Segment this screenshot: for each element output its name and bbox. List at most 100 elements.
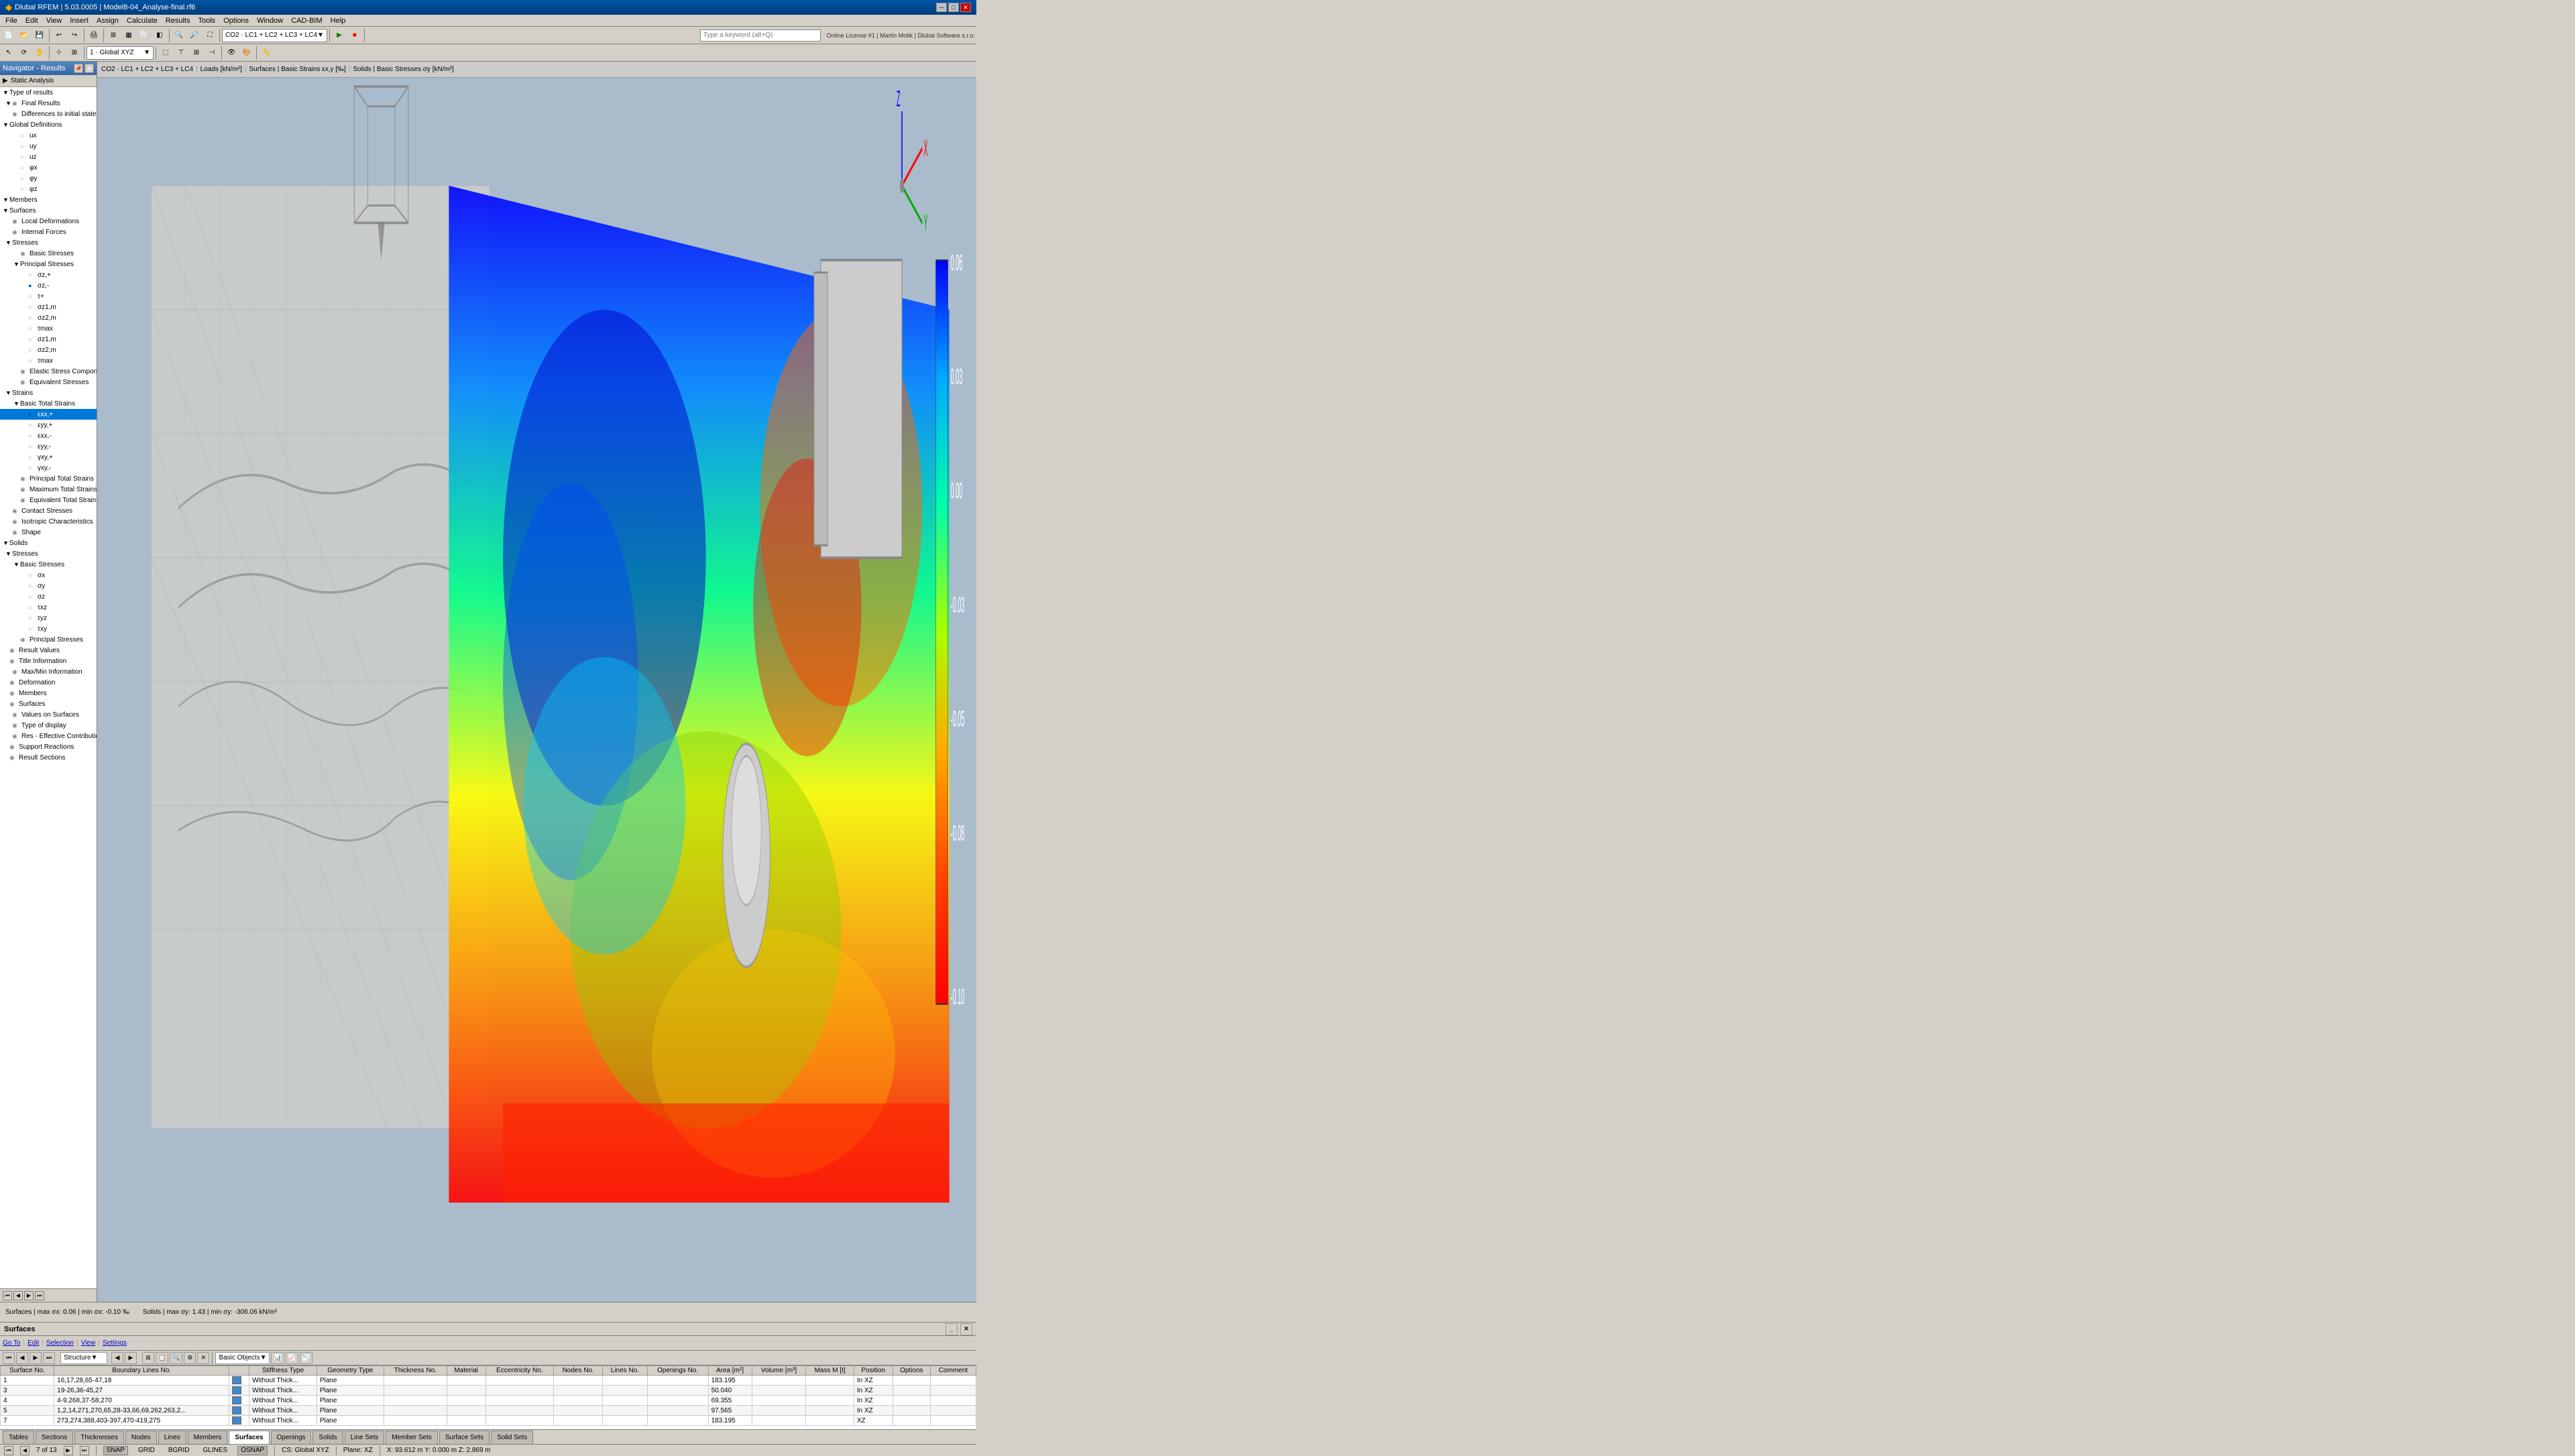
tree-item-61[interactable]: ◉Support Reactions bbox=[0, 741, 97, 752]
rotate-button[interactable]: ⟳ bbox=[17, 46, 32, 60]
zoom-fit-button[interactable]: ⛶ bbox=[203, 28, 217, 43]
table-row[interactable]: 7273,274,388,403-397,470-419,275Without … bbox=[1, 1416, 976, 1426]
tree-item-36[interactable]: ◉Principal Total Strains bbox=[0, 473, 97, 484]
table-row[interactable]: 51,2,14,271,270,65,28-33,66,69,262,263,2… bbox=[1, 1406, 976, 1416]
bottom-tab-surfaces[interactable]: Surfaces bbox=[229, 1431, 269, 1444]
tree-item-12[interactable]: ◉Local Deformations bbox=[0, 216, 97, 227]
menu-item-tools[interactable]: Tools bbox=[194, 15, 219, 26]
tree-expand-28[interactable]: ▼ bbox=[5, 389, 12, 396]
select-button[interactable]: ↖ bbox=[1, 46, 16, 60]
results-minimize-button[interactable]: _ bbox=[946, 1323, 958, 1335]
tree-item-48[interactable]: ○τxz bbox=[0, 602, 97, 613]
side-view-button[interactable]: ⊣ bbox=[205, 46, 219, 60]
tree-item-7[interactable]: ○φx bbox=[0, 162, 97, 173]
grid-button[interactable]: GRID bbox=[135, 1446, 158, 1455]
nav-sub-header[interactable]: ▶ Static Analysis bbox=[0, 75, 97, 87]
tree-item-56[interactable]: ◉Members bbox=[0, 688, 97, 699]
bottom-tab-openings[interactable]: Openings bbox=[271, 1431, 312, 1444]
tree-item-30[interactable]: ●εxx,+ bbox=[0, 409, 97, 420]
tree-expand-29[interactable]: ▼ bbox=[13, 400, 20, 407]
tree-expand-43[interactable]: ▼ bbox=[5, 550, 12, 557]
tree-item-5[interactable]: ○uy bbox=[0, 141, 97, 151]
tree-item-55[interactable]: ◉Deformation bbox=[0, 677, 97, 688]
front-view-button[interactable]: ⊞ bbox=[189, 46, 204, 60]
table-last-btn[interactable]: ⏭ bbox=[43, 1352, 55, 1364]
view-combo[interactable]: 1 · Global XYZ ▼ bbox=[87, 46, 154, 60]
menu-item-view[interactable]: View bbox=[42, 15, 66, 26]
tree-item-2[interactable]: ◉Differences to initial state bbox=[0, 109, 97, 119]
close-button[interactable]: ✕ bbox=[960, 3, 971, 12]
tree-item-14[interactable]: ▼Stresses bbox=[0, 237, 97, 248]
iso-view-button[interactable]: ⬚ bbox=[158, 46, 173, 60]
tree-item-40[interactable]: ◉Isotropic Characteristics bbox=[0, 516, 97, 527]
stop-button[interactable]: ■ bbox=[347, 28, 362, 43]
nav-next-btn[interactable]: ▶ bbox=[24, 1291, 34, 1300]
bottom-tab-nodes[interactable]: Nodes bbox=[125, 1431, 157, 1444]
viewport[interactable]: 0.06 0.03 0.00 -0.03 -0.05 -0.08 -0.10 X… bbox=[97, 62, 976, 1302]
tree-expand-3[interactable]: ▼ bbox=[3, 121, 9, 128]
tree-item-59[interactable]: ◉Type of display bbox=[0, 720, 97, 731]
basic-objects-dropdown[interactable]: Basic Objects ▼ bbox=[215, 1352, 270, 1364]
grid-btn[interactable]: ⊞ bbox=[67, 46, 82, 60]
table-row[interactable]: 44-9,268,37-58,270Without Thick...Plane6… bbox=[1, 1396, 976, 1406]
tree-item-17[interactable]: ○σz,+ bbox=[0, 269, 97, 280]
view2-button[interactable]: ▦ bbox=[121, 28, 136, 43]
tree-item-22[interactable]: ○τmax bbox=[0, 323, 97, 334]
tree-item-29[interactable]: ▼Basic Total Strains bbox=[0, 398, 97, 409]
view1-button[interactable]: ⊞ bbox=[106, 28, 121, 43]
tree-item-18[interactable]: ●σz,- bbox=[0, 280, 97, 291]
run-button[interactable]: ▶ bbox=[332, 28, 347, 43]
tb-icon1[interactable]: ⊞ bbox=[142, 1352, 154, 1364]
tree-expand-42[interactable]: ▼ bbox=[3, 540, 9, 546]
display-button[interactable]: 👁 bbox=[224, 46, 239, 60]
table-prev-btn[interactable]: ◀ bbox=[16, 1352, 28, 1364]
edit-label[interactable]: Edit bbox=[27, 1339, 39, 1347]
title-bar-controls[interactable]: ─ □ ✕ bbox=[936, 3, 971, 12]
tree-item-31[interactable]: ○εyy,+ bbox=[0, 420, 97, 430]
tree-item-34[interactable]: ○γxy,+ bbox=[0, 452, 97, 463]
snap-button[interactable]: SNAP bbox=[103, 1446, 128, 1455]
tree-item-28[interactable]: ▼Strains bbox=[0, 387, 97, 398]
tree-expand-0[interactable]: ▼ bbox=[3, 89, 9, 96]
print-button[interactable]: 🖨 bbox=[87, 28, 101, 43]
osnap-button[interactable]: OSNAP bbox=[237, 1446, 268, 1455]
tree-item-42[interactable]: ▼Solids bbox=[0, 538, 97, 548]
snap-btn[interactable]: ⊹ bbox=[52, 46, 66, 60]
nav-last-btn[interactable]: ⏭ bbox=[35, 1291, 44, 1300]
structure-dropdown[interactable]: Structure ▼ bbox=[60, 1352, 107, 1364]
tb-icon6[interactable]: 📊 bbox=[271, 1352, 284, 1364]
tree-item-21[interactable]: ○σz2,m bbox=[0, 312, 97, 323]
tree-expand-14[interactable]: ▼ bbox=[5, 239, 12, 246]
tree-item-57[interactable]: ◉Surfaces bbox=[0, 699, 97, 709]
table-row[interactable]: 116,17,28,65·47,18Without Thick...Plane1… bbox=[1, 1376, 976, 1386]
maximize-button[interactable]: □ bbox=[948, 3, 959, 12]
open-button[interactable]: 📂 bbox=[17, 28, 32, 43]
tree-item-11[interactable]: ▼Surfaces bbox=[0, 205, 97, 216]
bottom-tab-line-sets[interactable]: Line Sets bbox=[345, 1431, 385, 1444]
menu-item-results[interactable]: Results bbox=[162, 15, 194, 26]
tree-item-49[interactable]: ○τyz bbox=[0, 613, 97, 623]
tree-item-10[interactable]: ▼Members bbox=[0, 194, 97, 205]
tree-item-19[interactable]: ○τ+ bbox=[0, 291, 97, 302]
bottom-tab-solids[interactable]: Solids bbox=[312, 1431, 343, 1444]
results-close-button[interactable]: ✕ bbox=[960, 1323, 972, 1335]
goto-label[interactable]: Go To bbox=[3, 1339, 21, 1347]
bottom-tab-tables[interactable]: Tables bbox=[3, 1431, 34, 1444]
nav-close-button[interactable]: ✕ bbox=[84, 64, 94, 73]
tree-item-62[interactable]: ◉Result Sections bbox=[0, 752, 97, 763]
tree-expand-1[interactable]: ▼ bbox=[5, 100, 12, 107]
glines-button[interactable]: GLINES bbox=[200, 1446, 231, 1455]
menu-item-file[interactable]: File bbox=[1, 15, 21, 26]
minimize-button[interactable]: ─ bbox=[936, 3, 947, 12]
tree-item-43[interactable]: ▼Stresses bbox=[0, 548, 97, 559]
tree-item-52[interactable]: ◉Result Values bbox=[0, 645, 97, 656]
tree-item-4[interactable]: ○ux bbox=[0, 130, 97, 141]
filter-btn1[interactable]: ◀ bbox=[111, 1352, 123, 1364]
tb-icon2[interactable]: 📋 bbox=[156, 1352, 168, 1364]
bottom-tab-solid-sets[interactable]: Solid Sets bbox=[491, 1431, 533, 1444]
tree-item-8[interactable]: ○φy bbox=[0, 173, 97, 184]
menu-item-options[interactable]: Options bbox=[219, 15, 253, 26]
tree-item-45[interactable]: ○σx bbox=[0, 570, 97, 581]
tree-item-25[interactable]: ○τmax bbox=[0, 355, 97, 366]
redo-button[interactable]: ↪ bbox=[67, 28, 82, 43]
